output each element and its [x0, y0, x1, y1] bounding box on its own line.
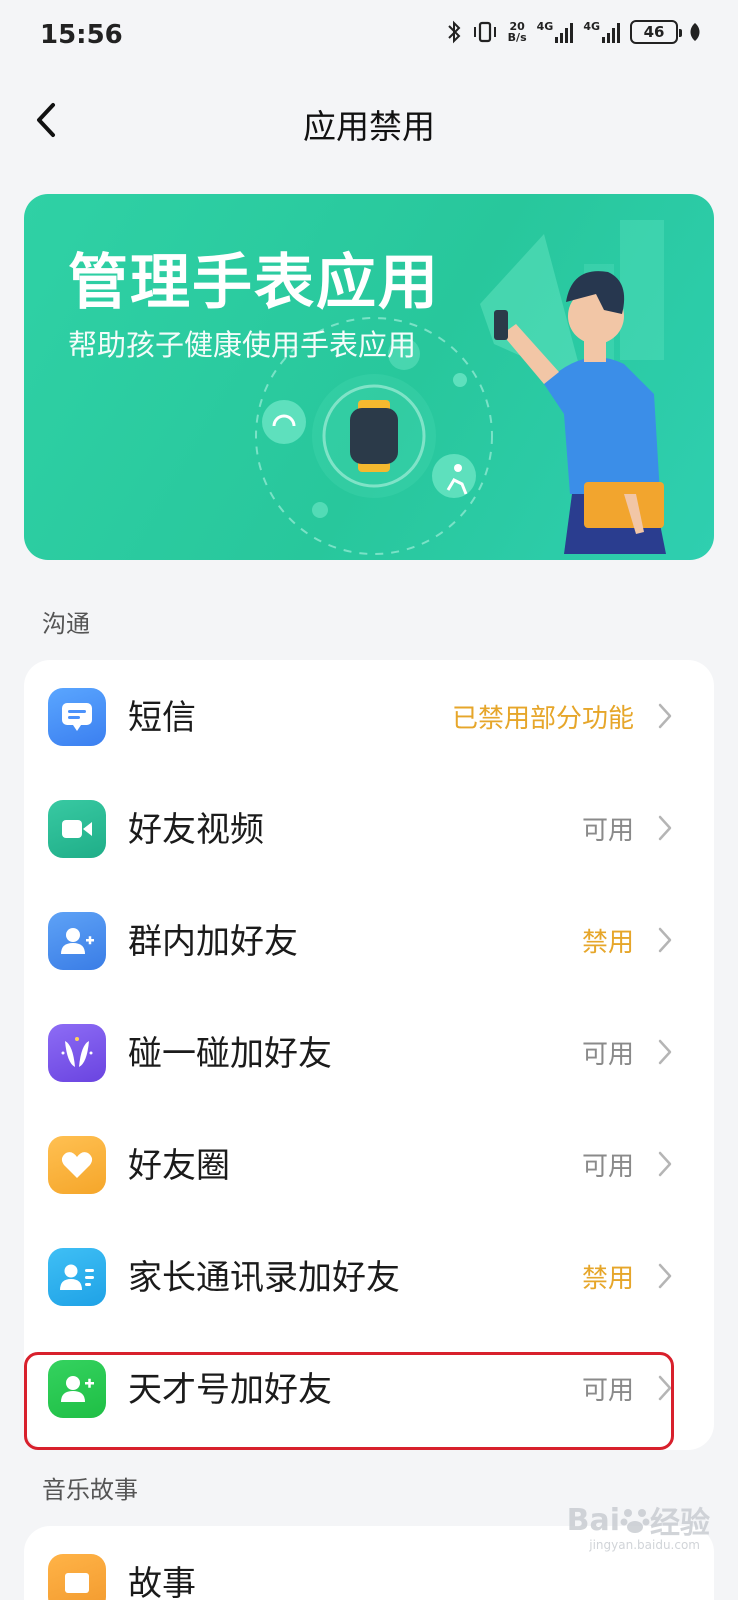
- section-title-music-story: 音乐故事: [42, 1476, 138, 1504]
- heart-icon: [48, 1136, 106, 1194]
- chevron-right-icon: [658, 703, 672, 729]
- page-title: 应用禁用: [303, 107, 435, 146]
- status-badge: 可用: [581, 1376, 634, 1406]
- list-item-label: 家长通讯录加好友: [128, 1258, 400, 1298]
- status-icons: 20 B/s 4G 4G 46: [446, 20, 702, 44]
- status-time: 15:56: [40, 20, 123, 50]
- status-badge: 禁用: [581, 928, 634, 958]
- list-item-genius-id-add-friend[interactable]: 天才号加好友 可用: [24, 1332, 714, 1444]
- communication-card: 短信 已禁用部分功能 好友视频 可用 群内加好友 禁用 碰一碰加好友 可用 好友…: [24, 660, 714, 1450]
- list-item-label: 故事: [128, 1564, 196, 1600]
- add-person-icon: [48, 1360, 106, 1418]
- list-item-bump-add-friend[interactable]: 碰一碰加好友 可用: [24, 996, 714, 1108]
- chevron-right-icon: [658, 1039, 672, 1065]
- chevron-right-icon: [658, 1375, 672, 1401]
- bump-icon: [48, 1024, 106, 1082]
- battery-icon: 46: [630, 20, 682, 44]
- leaf-icon: [690, 23, 700, 41]
- list-item-parent-contacts-add-friend[interactable]: 家长通讯录加好友 禁用: [24, 1220, 714, 1332]
- paw-icon: [620, 1509, 650, 1533]
- chevron-right-icon: [658, 815, 672, 841]
- status-bar: 15:56 20 B/s 4G 4G 46: [0, 0, 738, 72]
- list-item-label: 群内加好友: [128, 922, 298, 962]
- contacts-icon: [48, 1248, 106, 1306]
- signal-bars-icon: [555, 21, 574, 43]
- bluetooth-icon: [447, 20, 461, 44]
- list-item-label: 好友视频: [128, 810, 264, 850]
- status-badge: 禁用: [581, 1264, 634, 1294]
- list-item-label: 短信: [128, 698, 196, 738]
- nav-bar: 应用禁用: [0, 84, 738, 156]
- list-item-group-add-friend[interactable]: 群内加好友 禁用: [24, 884, 714, 996]
- chevron-right-icon: [658, 927, 672, 953]
- message-icon: [48, 688, 106, 746]
- list-item-label: 碰一碰加好友: [128, 1034, 332, 1074]
- chevron-right-icon: [658, 1151, 672, 1177]
- list-item-sms[interactable]: 短信 已禁用部分功能: [24, 660, 714, 772]
- status-badge: 可用: [581, 1152, 634, 1182]
- add-friend-icon: [48, 912, 106, 970]
- banner-subtitle: 帮助孩子健康使用手表应用: [68, 328, 417, 362]
- signal-1: 4G: [537, 21, 574, 43]
- banner-title: 管理手表应用: [68, 248, 440, 318]
- video-icon: [48, 800, 106, 858]
- status-badge: 可用: [581, 816, 634, 846]
- signal-bars-icon: [602, 21, 620, 43]
- chevron-right-icon: [658, 1263, 672, 1289]
- story-icon: [48, 1554, 106, 1600]
- section-title-communication: 沟通: [42, 610, 90, 638]
- list-item-label: 天才号加好友: [128, 1370, 332, 1410]
- status-badge: 已禁用部分功能: [451, 704, 634, 734]
- list-item-label: 好友圈: [128, 1146, 230, 1186]
- signal-2: 4G: [583, 21, 620, 43]
- network-speed: 20 B/s: [507, 20, 527, 44]
- status-badge: 可用: [581, 1040, 634, 1070]
- baidu-jingyan-watermark: Bai 经验 jingyan.baidu.com: [566, 1502, 710, 1553]
- promo-banner: 管理手表应用 帮助孩子健康使用手表应用: [24, 194, 714, 560]
- list-item-friend-video[interactable]: 好友视频 可用: [24, 772, 714, 884]
- list-item-friend-circle[interactable]: 好友圈 可用: [24, 1108, 714, 1220]
- vibrate-icon: [473, 21, 496, 43]
